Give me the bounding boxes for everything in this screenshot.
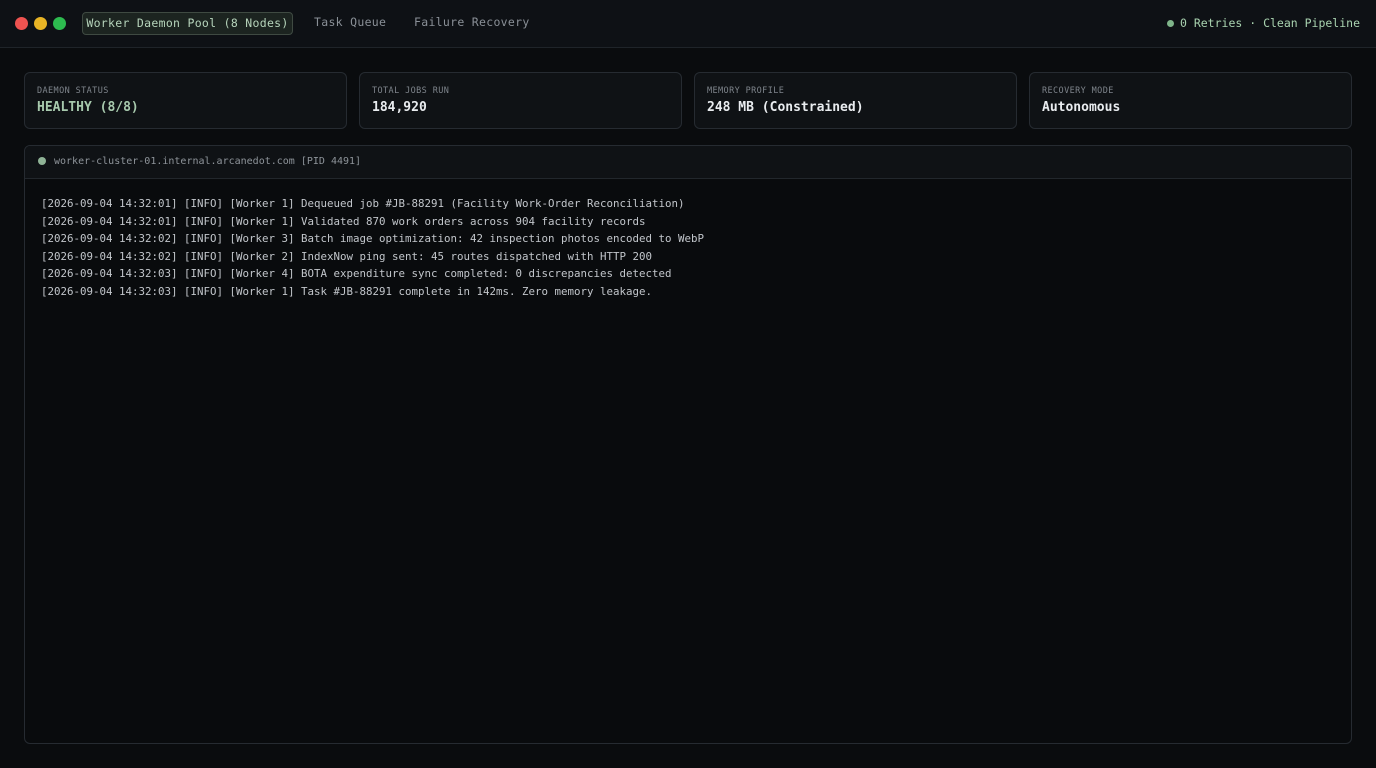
maximize-window-button[interactable]: [53, 17, 66, 30]
recovery-mode-label: RECOVERY MODE: [1042, 86, 1114, 96]
daemon-status-card: DAEMON STATUS HEALTHY (8/8): [24, 72, 347, 129]
pipeline-status: 0 Retries · Clean Pipeline: [1166, 12, 1360, 35]
title-bar: Worker Daemon Pool (8 Nodes) Task Queue …: [0, 0, 1376, 48]
tab-task-queue[interactable]: Task Queue: [314, 12, 386, 35]
memory-profile-value: 248 MB (Constrained): [707, 100, 864, 115]
total-jobs-value: 184,920: [372, 100, 427, 115]
terminal-panel[interactable]: worker-cluster-01.internal.arcanedot.com…: [24, 145, 1352, 744]
tab-failure-recovery[interactable]: Failure Recovery: [414, 12, 530, 35]
daemon-status-value: HEALTHY (8/8): [37, 100, 139, 115]
status-dot-icon: [1166, 20, 1174, 27]
terminal-header: worker-cluster-01.internal.arcanedot.com…: [25, 146, 1351, 179]
log-line: [2026-09-04 14:32:02] [INFO] [Worker 3] …: [41, 232, 705, 246]
pipeline-status-text: 0 Retries · Clean Pipeline: [1179, 16, 1360, 30]
total-jobs-label: TOTAL JOBS RUN: [372, 86, 450, 96]
log-line: [2026-09-04 14:32:01] [INFO] [Worker 1] …: [41, 214, 646, 228]
log-output: [2026-09-04 14:32:01] [INFO] [Worker 1] …: [25, 179, 1351, 301]
recovery-mode-card: RECOVERY MODE Autonomous: [1029, 72, 1352, 129]
recovery-mode-value: Autonomous: [1042, 100, 1121, 115]
daemon-status-label: DAEMON STATUS: [37, 86, 109, 96]
memory-profile-card: MEMORY PROFILE 248 MB (Constrained): [694, 72, 1017, 129]
minimize-window-button[interactable]: [34, 17, 47, 30]
log-line: [2026-09-04 14:32:02] [INFO] [Worker 2] …: [41, 249, 653, 263]
total-jobs-card: TOTAL JOBS RUN 184,920: [359, 72, 682, 129]
terminal-host: worker-cluster-01.internal.arcanedot.com…: [54, 156, 362, 167]
log-line: [2026-09-04 14:32:03] [INFO] [Worker 1] …: [41, 284, 653, 298]
log-line: [2026-09-04 14:32:03] [INFO] [Worker 4] …: [41, 267, 672, 281]
close-window-button[interactable]: [15, 17, 28, 30]
tab-worker-daemon-pool[interactable]: Worker Daemon Pool (8 Nodes): [82, 12, 293, 35]
log-line: [2026-09-04 14:32:01] [INFO] [Worker 1] …: [41, 197, 685, 210]
memory-profile-label: MEMORY PROFILE: [707, 86, 785, 96]
connection-dot-icon: [38, 157, 46, 165]
